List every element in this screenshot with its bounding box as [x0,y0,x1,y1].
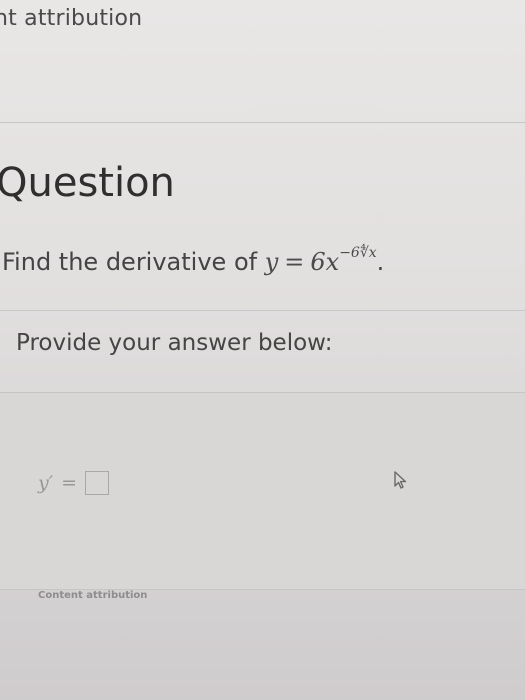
divider [0,122,525,123]
answer-panel: y′ = [0,392,525,590]
answer-operator: = [61,472,77,494]
answer-row: y′ = [38,471,109,495]
question-prefix: Find the derivative of [2,248,265,276]
content-attribution-link-top[interactable]: nt attribution [0,6,142,31]
mouse-pointer-icon [394,471,407,489]
question-trailing: . [376,248,385,276]
question-heading: Question [0,160,175,206]
page: nt attribution Question Find the derivat… [0,0,525,700]
equation-operator: = [284,248,305,276]
question-text: Find the derivative of y = 6x−6∜x. [2,245,385,276]
equation-lhs: y [264,248,279,276]
equation: y = 6x−6∜x [264,245,377,276]
answer-variable: y′ [38,472,54,494]
divider [0,310,525,311]
equation-coefficient: 6x [310,248,340,276]
answer-prompt: Provide your answer below: [16,330,333,356]
content-attribution-link[interactable]: Content attribution [38,590,147,601]
answer-input[interactable] [84,471,109,495]
equation-exponent: −6∜x [339,245,377,261]
